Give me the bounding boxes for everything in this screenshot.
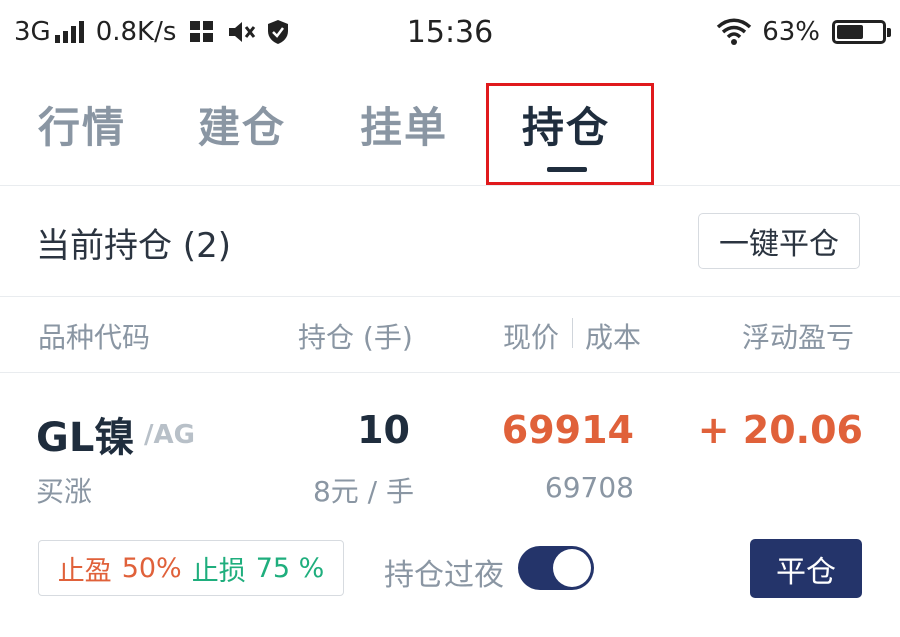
position-exchange: /AG bbox=[144, 420, 195, 450]
battery-icon bbox=[832, 20, 891, 44]
column-header-quantity: 持仓 (手) bbox=[298, 321, 413, 354]
tab-market[interactable]: 行情 bbox=[38, 94, 126, 158]
position-unit: 8元 / 手 bbox=[312, 475, 414, 508]
column-header-pnl: 浮动盈亏 bbox=[742, 321, 855, 354]
column-header-cost: 成本 bbox=[585, 321, 642, 354]
status-bar-right: 63% bbox=[716, 10, 891, 54]
highlight-box bbox=[486, 83, 654, 185]
position-quantity: 10 bbox=[357, 408, 410, 452]
column-header-price: 现价 bbox=[503, 321, 560, 354]
wifi-icon bbox=[716, 18, 752, 46]
divider bbox=[0, 296, 900, 297]
divider bbox=[0, 185, 900, 186]
tab-open-position[interactable]: 建仓 bbox=[198, 94, 286, 158]
stop-loss-value: 75 % bbox=[255, 552, 325, 584]
stop-loss-label: 止损 bbox=[191, 555, 246, 587]
column-separator bbox=[572, 318, 573, 348]
position-cost: 69708 bbox=[544, 471, 634, 504]
positions-title: 当前持仓 (2) bbox=[36, 226, 231, 266]
position-direction: 买涨 bbox=[36, 475, 93, 508]
position-current-price: 69914 bbox=[501, 408, 634, 452]
column-header-symbol: 品种代码 bbox=[38, 321, 151, 354]
status-time: 15:36 bbox=[406, 14, 494, 50]
close-all-button[interactable]: 一键平仓 bbox=[698, 213, 860, 269]
position-symbol: GL镍 bbox=[36, 415, 135, 461]
close-position-button[interactable]: 平仓 bbox=[750, 539, 862, 598]
position-pnl: + 20.06 bbox=[697, 408, 863, 452]
take-profit-stop-loss-button[interactable]: 止盈 50% 止损 75 % bbox=[38, 540, 344, 596]
overnight-toggle[interactable] bbox=[518, 546, 594, 590]
tab-pending-orders[interactable]: 挂单 bbox=[360, 94, 448, 158]
divider bbox=[0, 372, 900, 373]
take-profit-value: 50% bbox=[121, 552, 182, 584]
take-profit-label: 止盈 bbox=[57, 555, 112, 587]
battery-percent: 63% bbox=[762, 17, 820, 47]
overnight-label: 持仓过夜 bbox=[384, 558, 504, 593]
toggle-knob bbox=[553, 549, 591, 587]
